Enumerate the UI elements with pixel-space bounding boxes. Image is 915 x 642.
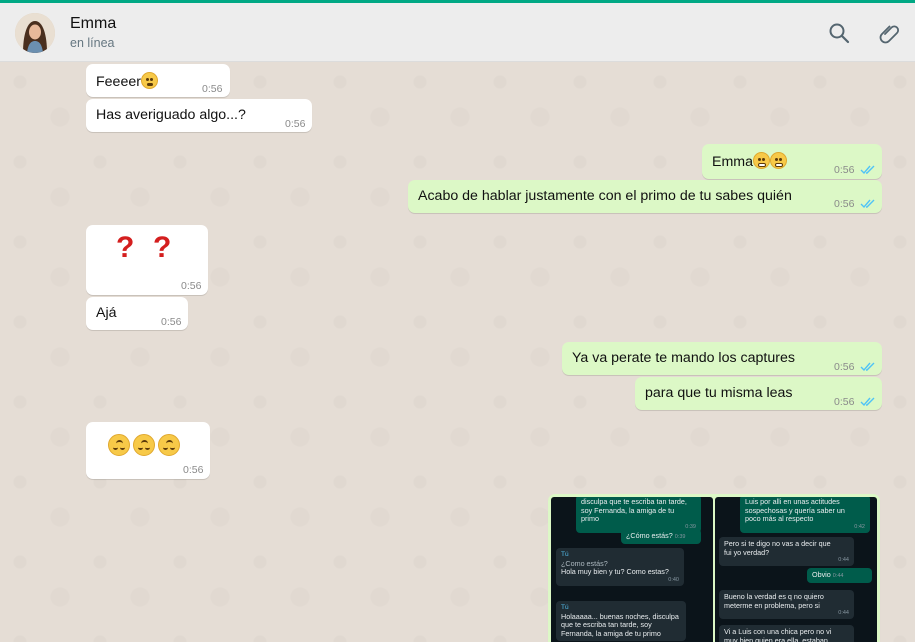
image-message[interactable]: disculpa que te escriba tan tarde, soy F… xyxy=(548,494,880,642)
mini-time: 0:40 xyxy=(668,576,679,583)
message-outgoing[interactable]: Acabo de hablar justamente con el primo … xyxy=(408,180,882,213)
mini-message: Luis por alli en unas actitudes sospecho… xyxy=(740,497,870,533)
message-time: 0:56 xyxy=(285,118,306,130)
grimacing-face-emoji xyxy=(770,152,787,169)
upside-down-face-emoji xyxy=(158,434,180,456)
message-incoming[interactable]: Feeeer 0:56 xyxy=(86,64,230,97)
question-mark-emoji: ? xyxy=(153,231,172,264)
message-time: 0:56 xyxy=(834,396,855,408)
mini-message: Pero si te digo no vas a decir que fui y… xyxy=(719,537,854,566)
upside-down-face-emoji xyxy=(133,434,155,456)
message-text: Feeeer xyxy=(96,74,141,90)
message-text: Emma xyxy=(712,154,753,170)
message-text: Ya va perate te mando los captures xyxy=(572,350,795,366)
message-text: Ajá xyxy=(96,305,117,321)
mini-text: Bueno la verdad es q no quiero meterme e… xyxy=(724,592,824,610)
message-outgoing[interactable]: para que tu misma leas 0:56 xyxy=(635,377,882,410)
message-time: 0:56 xyxy=(834,164,855,176)
mini-time: 0:42 xyxy=(854,523,865,530)
question-mark-emoji: ? xyxy=(116,231,135,264)
double-check-icon xyxy=(860,199,875,209)
message-incoming[interactable]: Has averiguado algo...? 0:56 xyxy=(86,99,312,132)
message-text: Has averiguado algo...? xyxy=(96,107,246,123)
mini-time: 0:44 xyxy=(838,610,849,616)
message-text-wrap: Emma xyxy=(712,152,787,170)
mini-message: Vi a Luis con una chica pero no vi muy b… xyxy=(719,625,854,642)
message-time: 0:56 xyxy=(834,198,855,210)
double-check-icon xyxy=(860,362,875,372)
message-incoming[interactable]: ? ? 0:56 xyxy=(86,225,208,295)
message-time: 0:56 xyxy=(183,464,204,476)
search-icon[interactable] xyxy=(827,21,851,45)
message-text: para que tu misma leas xyxy=(645,385,793,401)
paperclip-icon[interactable] xyxy=(877,21,901,45)
mini-message: ¿Cómo estás? 0:39 xyxy=(621,529,701,544)
message-time: 0:56 xyxy=(834,361,855,373)
message-outgoing[interactable]: Emma 0:56 xyxy=(702,144,882,179)
mini-message: Tú Holaaaaa... buenas noches, disculpa qu… xyxy=(556,601,686,641)
mini-message: Bueno la verdad es q no quiero meterme e… xyxy=(719,590,854,619)
grimacing-face-emoji xyxy=(753,152,770,169)
message-time: 0:56 xyxy=(161,316,182,328)
emoji-row xyxy=(108,434,183,460)
mini-text: ¿Cómo estás? xyxy=(626,531,673,540)
mini-text: Luis por alli en unas actitudes sospecho… xyxy=(745,497,845,523)
mini-time: 0:44 xyxy=(838,557,849,563)
mini-time: 0:44 xyxy=(832,573,844,579)
mini-text: Vi a Luis con una chica pero no vi muy b… xyxy=(724,627,832,642)
message-outgoing[interactable]: Ya va perate te mando los captures 0:56 xyxy=(562,342,882,375)
screenshot-image[interactable]: Luis por alli en unas actitudes sospecho… xyxy=(715,497,877,642)
chat-area[interactable]: Feeeer 0:56 Has averiguado algo...? 0:56… xyxy=(0,62,915,642)
chat-header: Emma en línea xyxy=(0,3,915,62)
mini-text: Hola muy bien y tu? Como estas? xyxy=(561,567,669,576)
mini-time: 0:39 xyxy=(674,534,686,540)
avatar[interactable] xyxy=(15,13,55,53)
mini-message: Obvio 0:44 xyxy=(807,568,872,583)
message-time: 0:56 xyxy=(181,280,202,292)
mini-text: Pero si te digo no vas a decir que fui y… xyxy=(724,539,831,557)
contact-status: en línea xyxy=(70,36,115,50)
message-incoming[interactable]: Ajá 0:56 xyxy=(86,297,188,330)
mini-text: Obvio xyxy=(812,570,831,579)
double-check-icon xyxy=(860,397,875,407)
screenshot-image[interactable]: disculpa que te escriba tan tarde, soy F… xyxy=(551,497,713,642)
double-check-icon xyxy=(860,165,875,175)
message-time: 0:56 xyxy=(202,83,223,95)
message-text-wrap: Feeeer xyxy=(96,72,158,90)
pleading-face-emoji xyxy=(140,72,158,89)
upside-down-face-emoji xyxy=(108,434,130,456)
contact-name[interactable]: Emma xyxy=(70,15,116,33)
mini-text: disculpa que te escriba tan tarde, soy F… xyxy=(581,497,687,523)
mini-message: disculpa que te escriba tan tarde, soy F… xyxy=(576,497,701,533)
message-text: Acabo de hablar justamente con el primo … xyxy=(418,188,792,204)
mini-message: Tú ¿Como estás? Hola muy bien y tu? Como e… xyxy=(556,548,684,586)
message-incoming[interactable]: 0:56 xyxy=(86,422,210,479)
mini-text: Holaaaaa... buenas noches, disculpa que … xyxy=(561,611,679,638)
